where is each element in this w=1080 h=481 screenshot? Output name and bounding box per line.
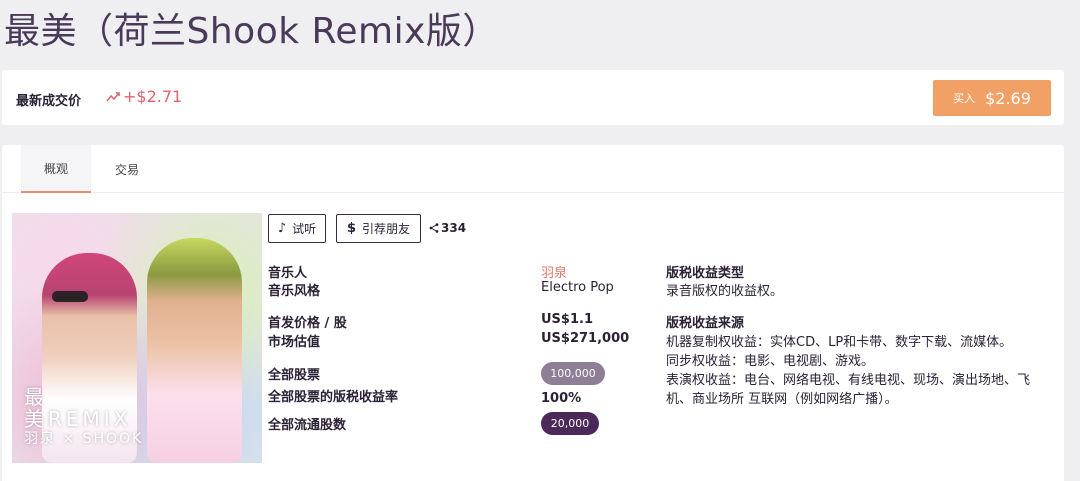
royalty-type-heading: 版税收益类型 (666, 266, 745, 281)
main-panel: 概观 交易 最 美REMIX 羽泉 × SHOOK ♪ 试听 $ 引荐朋友 33… (2, 145, 1064, 481)
total-shares-pill: 100,000 (541, 362, 605, 385)
buy-label: 买入 (953, 92, 976, 105)
dollar-icon: $ (346, 221, 357, 236)
float-shares-pill: 20,000 (541, 412, 599, 435)
ipo-price-label: 首发价格 / 股 (268, 316, 347, 331)
share-icon (429, 223, 439, 233)
float-shares-label: 全部流通股数 (268, 418, 347, 433)
tab-overview[interactable]: 概观 (21, 145, 91, 193)
artist-label: 音乐人 (268, 266, 308, 281)
genre-label: 音乐风格 (268, 284, 321, 299)
last-price-label: 最新成交价 (16, 94, 82, 109)
market-value-value: US$271,000 (541, 331, 630, 346)
royalty-source-heading: 版税收益来源 (666, 316, 745, 331)
artist-value[interactable]: 羽泉 (541, 262, 567, 281)
listen-label: 试听 (292, 222, 317, 236)
price-change: +$2.71 (106, 87, 182, 106)
royalty-source-line: 表演权收益：电台、网络电视、有线电视、现场、演出场地、飞 (666, 373, 1031, 388)
trend-up-icon (106, 91, 120, 101)
royalty-source-line: 机器复制权收益：实体CD、LP和卡带、数字下载、流媒体。 (666, 335, 1013, 350)
page-title: 最美（荷兰Shook Remix版） (4, 11, 499, 52)
listen-button[interactable]: ♪ 试听 (268, 214, 326, 243)
cover-artist-right (147, 238, 242, 463)
market-value-label: 市场估值 (268, 335, 321, 350)
ipo-price-value: US$1.1 (541, 312, 593, 327)
cover-artists: 羽泉 × SHOOK (24, 431, 144, 447)
total-shares-label: 全部股票 (268, 368, 321, 383)
recommend-button[interactable]: $ 引荐朋友 (336, 214, 421, 243)
recommend-label: 引荐朋友 (362, 222, 411, 236)
buy-price: $2.69 (985, 88, 1031, 108)
royalty-rate-value: 100% (541, 391, 582, 406)
music-note-icon: ♪ (277, 221, 287, 236)
share-count: 334 (441, 221, 467, 235)
tab-trade[interactable]: 交易 (92, 145, 162, 193)
album-cover: 最 美REMIX 羽泉 × SHOOK (12, 213, 262, 463)
price-change-value: +$2.71 (123, 87, 183, 106)
price-bar: 最新成交价 +$2.71 买入 $2.69 (2, 70, 1064, 125)
buy-button[interactable]: 买入 $2.69 (933, 80, 1051, 116)
royalty-rate-label: 全部股票的版税收益率 (268, 390, 399, 405)
share-button[interactable]: 334 (429, 221, 466, 235)
cover-sunglasses (52, 291, 88, 302)
tab-bar: 概观 交易 (2, 145, 1064, 193)
royalty-source-line: 机、商业场所 互联网（例如网络广播）。 (666, 392, 898, 407)
royalty-type-text: 录音版权的收益权。 (666, 284, 784, 299)
genre-value: Electro Pop (541, 280, 614, 295)
royalty-source-line: 同步权收益：电影、电视剧、游戏。 (666, 354, 875, 369)
